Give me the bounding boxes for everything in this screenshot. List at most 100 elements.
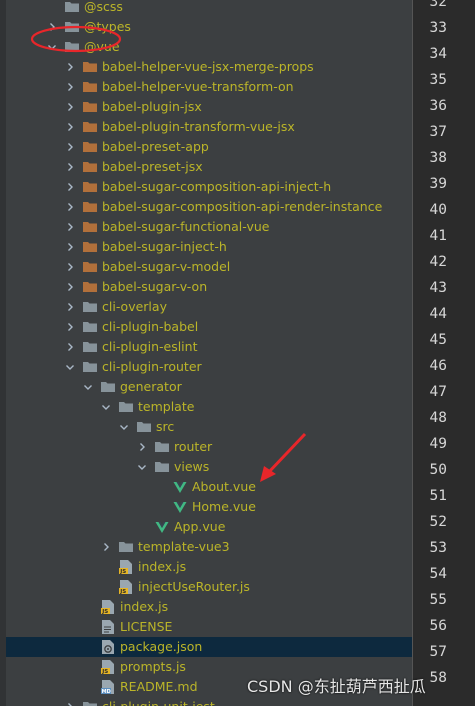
line-number: 42 <box>429 254 447 270</box>
tree-folder-row[interactable]: babel-preset-jsx <box>6 157 412 177</box>
chevron-down-icon[interactable] <box>136 457 148 477</box>
chevron-right-icon[interactable] <box>64 257 76 277</box>
tree-item-label: index.js <box>138 559 187 574</box>
tree-folder-row[interactable]: template-vue3 <box>6 537 412 557</box>
tree-folder-row[interactable]: babel-preset-app <box>6 137 412 157</box>
folder-icon <box>82 59 98 75</box>
tree-item-label: template <box>138 399 195 414</box>
tree-folder-row[interactable]: babel-helper-vue-transform-on <box>6 77 412 97</box>
chevron-down-icon[interactable] <box>82 377 94 397</box>
folder-icon <box>82 99 98 115</box>
tree-file-row[interactable]: LICENSE <box>6 617 412 637</box>
tree-item-label: template-vue3 <box>138 539 230 554</box>
tree-folder-row[interactable]: cli-plugin-unit-jest <box>6 697 412 706</box>
vue-file-icon <box>172 499 188 515</box>
chevron-right-icon[interactable] <box>64 217 76 237</box>
chevron-down-icon[interactable] <box>64 357 76 377</box>
chevron-right-icon[interactable] <box>64 297 76 317</box>
tree-file-row[interactable]: App.vue <box>6 517 412 537</box>
chevron-right-icon[interactable] <box>64 77 76 97</box>
chevron-right-icon[interactable] <box>64 197 76 217</box>
tree-folder-row[interactable]: template <box>6 397 412 417</box>
line-number: 32 <box>429 0 447 10</box>
tree-folder-row[interactable]: cli-overlay <box>6 297 412 317</box>
tree-folder-row[interactable]: babel-plugin-transform-vue-jsx <box>6 117 412 137</box>
chevron-right-icon[interactable] <box>100 537 112 557</box>
tree-folder-row[interactable]: cli-plugin-babel <box>6 317 412 337</box>
chevron-down-icon[interactable] <box>118 417 130 437</box>
tree-item-label: babel-plugin-jsx <box>102 99 202 114</box>
folder-icon <box>64 19 80 35</box>
chevron-right-icon[interactable] <box>64 117 76 137</box>
tree-file-row[interactable]: Home.vue <box>6 497 412 517</box>
tree-folder-row[interactable]: @types <box>6 17 412 37</box>
markdown-file-icon: MD <box>100 679 116 695</box>
tree-folder-row[interactable]: babel-sugar-v-on <box>6 277 412 297</box>
chevron-right-icon[interactable] <box>64 157 76 177</box>
folder-icon <box>82 239 98 255</box>
tree-file-row[interactable]: JS index.js <box>6 597 412 617</box>
tree-item-label: cli-plugin-eslint <box>102 339 198 354</box>
chevron-right-icon[interactable] <box>64 177 76 197</box>
folder-icon <box>154 459 170 475</box>
watermark-text: CSDN @东扯葫芦西扯瓜 <box>247 677 426 696</box>
line-number: 45 <box>429 332 447 348</box>
chevron-down-icon[interactable] <box>100 397 112 417</box>
line-number: 55 <box>429 592 447 608</box>
chevron-right-icon[interactable] <box>64 137 76 157</box>
tree-folder-row[interactable]: cli-plugin-eslint <box>6 337 412 357</box>
chevron-right-icon[interactable] <box>46 17 58 37</box>
tree-item-label: App.vue <box>174 519 226 534</box>
tree-folder-row[interactable]: views <box>6 457 412 477</box>
chevron-right-icon[interactable] <box>136 437 148 457</box>
js-file-icon: JS <box>100 659 116 675</box>
tree-item-label: views <box>174 459 210 474</box>
tree-item-label: babel-preset-jsx <box>102 159 203 174</box>
tree-file-row[interactable]: JS injectUseRouter.js <box>6 577 412 597</box>
tree-folder-row[interactable]: cli-plugin-router <box>6 357 412 377</box>
tree-folder-row[interactable]: babel-sugar-functional-vue <box>6 217 412 237</box>
chevron-down-icon[interactable] <box>46 37 58 57</box>
tree-folder-row[interactable]: src <box>6 417 412 437</box>
tree-item-label: cli-overlay <box>102 299 167 314</box>
line-number: 49 <box>429 436 447 452</box>
tree-folder-row[interactable]: babel-sugar-composition-api-render-insta… <box>6 197 412 217</box>
folder-icon <box>136 419 152 435</box>
tree-item-label: LICENSE <box>120 619 173 634</box>
line-number: 39 <box>429 176 447 192</box>
line-number: 41 <box>429 228 447 244</box>
line-number: 37 <box>429 124 447 140</box>
tree-folder-row[interactable]: babel-sugar-inject-h <box>6 237 412 257</box>
chevron-right-icon[interactable] <box>64 697 76 706</box>
folder-icon <box>100 379 116 395</box>
chevron-right-icon[interactable] <box>64 237 76 257</box>
tree-file-row[interactable]: JS index.js <box>6 557 412 577</box>
chevron-right-icon[interactable] <box>64 337 76 357</box>
line-number: 53 <box>429 540 447 556</box>
tree-folder-row[interactable]: router <box>6 437 412 457</box>
chevron-right-icon[interactable] <box>64 57 76 77</box>
tree-folder-row[interactable]: babel-plugin-jsx <box>6 97 412 117</box>
tree-folder-row[interactable]: generator <box>6 377 412 397</box>
tree-item-label: @scss <box>84 0 123 14</box>
tree-item-label: babel-plugin-transform-vue-jsx <box>102 119 295 134</box>
folder-icon <box>82 79 98 95</box>
line-number: 48 <box>429 410 447 426</box>
tree-item-label: babel-sugar-v-on <box>102 279 208 294</box>
tree-folder-row[interactable]: babel-sugar-composition-api-inject-h <box>6 177 412 197</box>
line-number: 44 <box>429 306 447 322</box>
chevron-right-icon[interactable] <box>64 97 76 117</box>
tree-folder-row[interactable]: babel-sugar-v-model <box>6 257 412 277</box>
tree-file-row[interactable]: About.vue <box>6 477 412 497</box>
tree-folder-row[interactable]: babel-helper-vue-jsx-merge-props <box>6 57 412 77</box>
tree-item-label: babel-sugar-composition-api-inject-h <box>102 179 332 194</box>
tree-folder-row[interactable]: @scss <box>6 0 412 17</box>
chevron-right-icon[interactable] <box>64 277 76 297</box>
chevron-right-icon[interactable] <box>64 317 76 337</box>
folder-icon <box>82 299 98 315</box>
line-number: 34 <box>429 46 447 62</box>
tree-file-row[interactable]: package.json <box>6 637 412 657</box>
tree-folder-row[interactable]: @vue <box>6 37 412 57</box>
line-number: 57 <box>429 644 447 660</box>
folder-icon <box>82 319 98 335</box>
